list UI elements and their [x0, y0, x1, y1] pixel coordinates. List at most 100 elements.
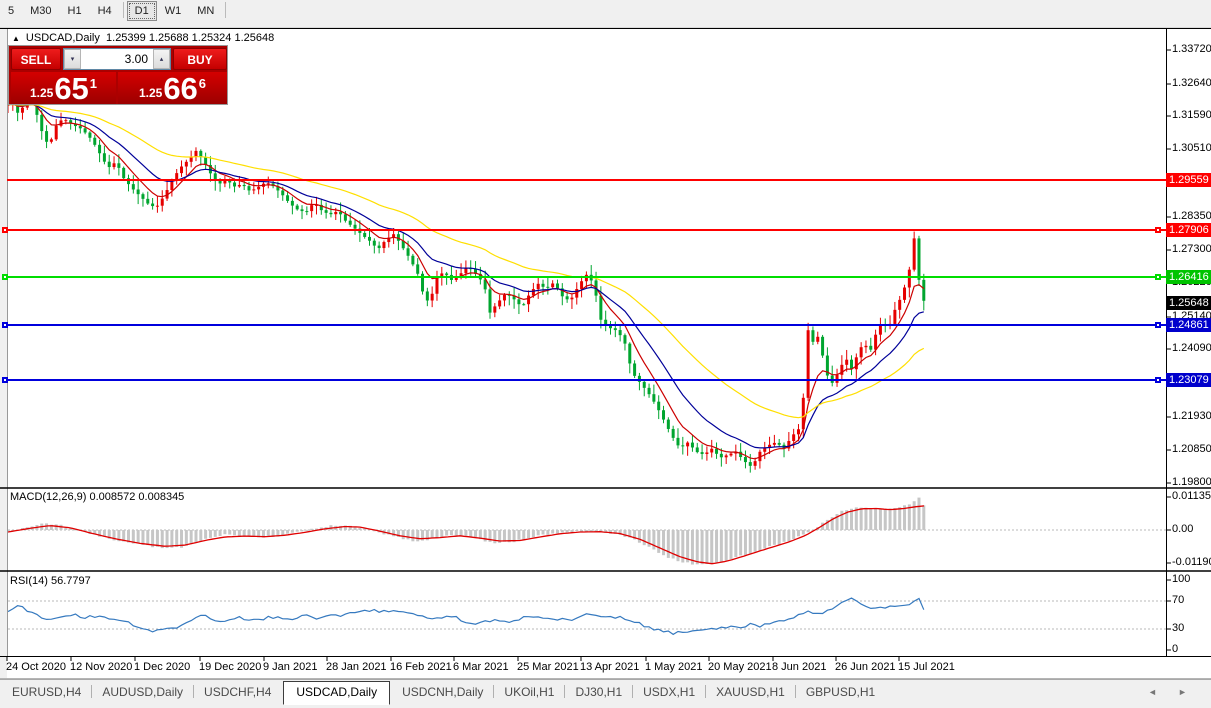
chart-tab-usdx-h1[interactable]: USDX,H1: [631, 681, 707, 704]
candle-body: [160, 198, 164, 206]
macd-histogram-bar: [208, 530, 212, 538]
candle-body: [180, 166, 184, 174]
candle-body: [527, 295, 531, 305]
candle-body: [295, 205, 299, 210]
candle-body: [98, 144, 102, 154]
candle-body: [305, 211, 309, 213]
macd-histogram-bar: [859, 507, 863, 530]
candle-body: [907, 269, 911, 288]
candle-body: [141, 194, 145, 199]
chart-tab-ukoil-h1[interactable]: UKOil,H1: [492, 681, 566, 704]
candle-body: [642, 381, 646, 388]
macd-histogram-bar: [517, 530, 521, 540]
candle-body: [146, 198, 150, 204]
buy-price-small: 1.25: [138, 86, 163, 100]
timeframe-button-m30[interactable]: M30: [22, 1, 59, 21]
macd-histogram-bar: [286, 530, 290, 534]
sell-price-display[interactable]: 1.25 65 1: [11, 72, 116, 104]
timeframe-button-d1[interactable]: D1: [126, 1, 157, 21]
macd-histogram-bar: [502, 530, 506, 542]
price-axis-label: 100: [1172, 573, 1191, 585]
collapse-triangle-icon[interactable]: ▲: [12, 34, 20, 43]
timeframe-button-mn[interactable]: MN: [189, 1, 222, 21]
candle-body: [517, 299, 521, 305]
candle-body: [555, 283, 559, 289]
candle-body: [917, 238, 921, 280]
chart-tab-xauusd-h1[interactable]: XAUUSD,H1: [704, 681, 797, 704]
chart-canvas: [0, 28, 1211, 679]
macd-histogram-bar: [743, 530, 747, 556]
lot-size-field[interactable]: 3.00: [81, 49, 153, 69]
candle-body: [753, 461, 757, 466]
candle-body: [652, 394, 656, 402]
timeframe-button-w1[interactable]: W1: [157, 1, 190, 21]
candle-body: [743, 457, 747, 463]
macd-histogram-bar: [922, 505, 926, 530]
chart-tab-gbpusd-h1[interactable]: GBPUSD,H1: [794, 681, 887, 704]
candle-body: [40, 114, 44, 132]
macd-histogram-bar: [454, 530, 458, 537]
sell-button[interactable]: SELL: [11, 48, 61, 70]
candle-body: [912, 238, 916, 270]
macd-histogram-bar: [917, 497, 921, 530]
candle-body: [329, 212, 333, 215]
macd-histogram-bar: [300, 530, 304, 532]
tab-scroll-left-icon[interactable]: ◄: [1148, 687, 1157, 697]
chart-tab-dj30-h1[interactable]: DJ30,H1: [563, 681, 634, 704]
macd-histogram-bar: [739, 530, 743, 556]
candle-body: [363, 232, 367, 237]
candle-body: [281, 190, 285, 196]
sell-price-big: 65: [54, 71, 89, 106]
date-axis-label: 28 Jan 2021: [326, 661, 387, 673]
chart-tab-bar: EURUSD,H4 AUDUSD,Daily USDCHF,H4 USDCAD,Dai…: [0, 679, 1211, 708]
candle-body: [54, 125, 58, 140]
macd-histogram-bar: [204, 530, 208, 539]
timeframe-button-h4[interactable]: H4: [90, 1, 120, 21]
macd-histogram-bar: [686, 530, 690, 563]
candle-body: [194, 150, 198, 157]
buy-price-sup: 6: [198, 76, 207, 91]
macd-histogram-bar: [652, 530, 656, 550]
candle-body: [628, 343, 632, 364]
candle-body: [425, 291, 429, 301]
candle-body: [493, 306, 497, 313]
macd-histogram-bar: [700, 530, 704, 565]
chart-tab-usdchf-h4[interactable]: USDCHF,H4: [192, 681, 283, 704]
candle-body: [864, 345, 868, 348]
candle-body: [416, 264, 420, 274]
macd-histogram-bar: [141, 530, 145, 545]
candle-body: [531, 289, 535, 296]
candle-body: [546, 286, 550, 288]
date-axis-label: 1 May 2021: [645, 661, 703, 673]
price-axis-label: 1.33720: [1172, 43, 1211, 55]
candle-body: [816, 336, 820, 342]
macd-histogram-bar: [155, 530, 159, 547]
candle-body: [218, 180, 222, 184]
chart-ohlc-readout: 1.25399 1.25688 1.25324 1.25648: [106, 32, 275, 44]
buy-button[interactable]: BUY: [173, 48, 227, 70]
macd-histogram-bar: [136, 530, 140, 544]
timeframe-button-h1[interactable]: H1: [60, 1, 90, 21]
macd-histogram-bar: [796, 530, 800, 537]
date-axis-label: 12 Nov 2020: [70, 661, 133, 673]
macd-histogram-bar: [695, 530, 699, 565]
chart-tab-audusd-daily[interactable]: AUDUSD,Daily: [90, 681, 195, 704]
candle-body: [806, 330, 810, 398]
price-line-badge: 1.24861: [1166, 318, 1211, 332]
candle-body: [657, 401, 661, 411]
candle-body: [536, 283, 540, 290]
tab-scroll-right-icon[interactable]: ►: [1178, 687, 1187, 697]
chart-tab-eurusd-h4[interactable]: EURUSD,H4: [0, 681, 93, 704]
candle-body: [445, 273, 449, 275]
buy-price-display[interactable]: 1.25 66 6: [118, 72, 227, 104]
lot-increase-button[interactable]: ▴: [153, 49, 170, 69]
chart-tab-usdcad-daily[interactable]: USDCAD,Daily: [283, 681, 391, 705]
price-axis-label: 1.28350: [1172, 210, 1211, 222]
macd-histogram-bar: [228, 530, 232, 535]
lot-decrease-button[interactable]: ▾: [64, 49, 81, 69]
macd-histogram-bar: [233, 530, 237, 536]
chart-tab-usdcnh-daily[interactable]: USDCNH,Daily: [390, 681, 495, 704]
macd-histogram-bar: [806, 530, 810, 533]
timeframe-button-5[interactable]: 5: [0, 1, 22, 21]
macd-histogram-bar: [406, 530, 410, 540]
